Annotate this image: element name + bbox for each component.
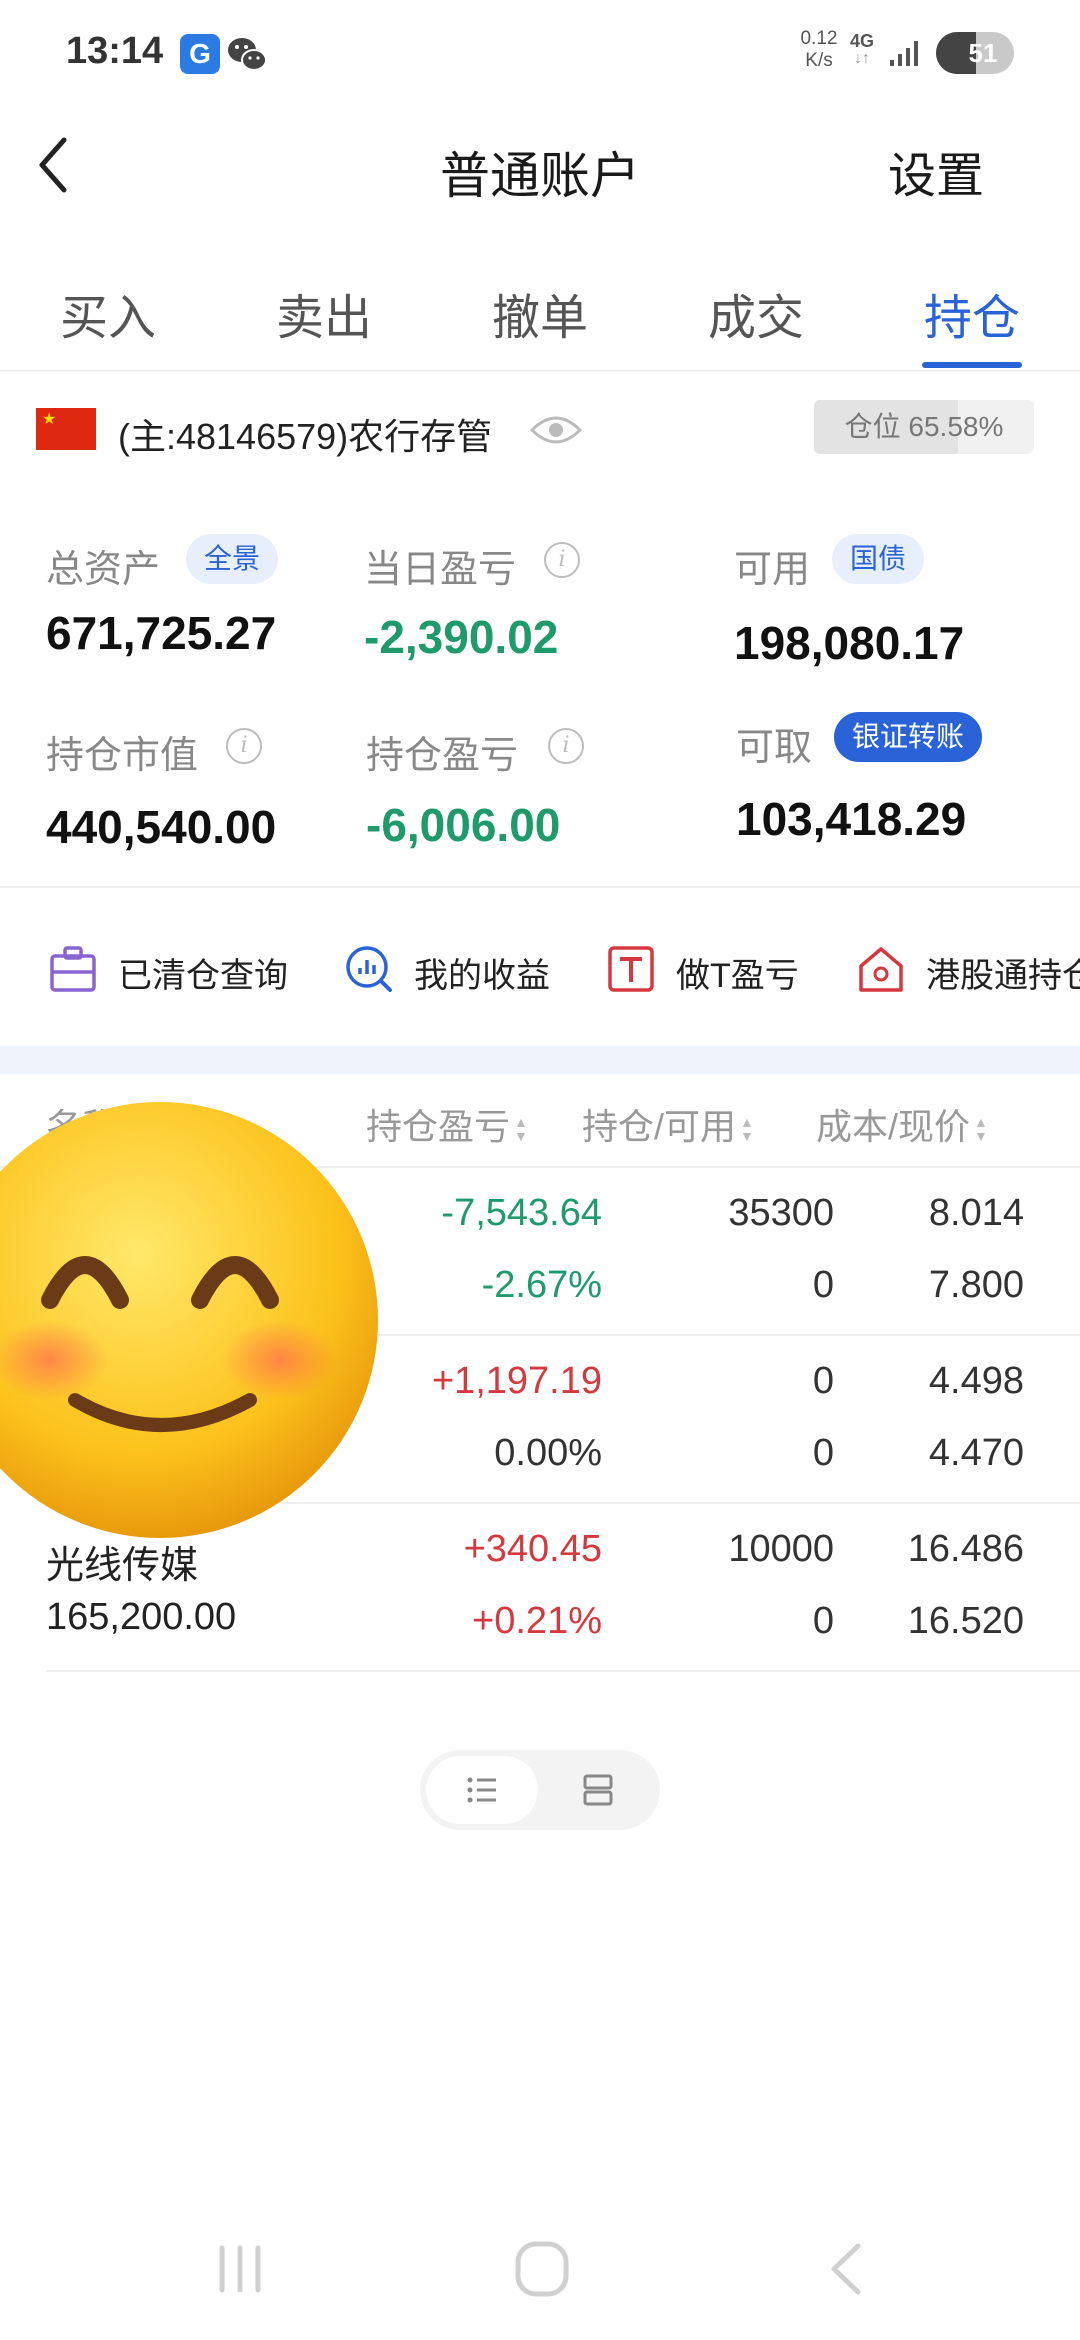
cost-price: 4.498 bbox=[928, 1360, 1024, 1402]
stock-market-value: 165,200.00 bbox=[46, 1596, 237, 1638]
available-quantity: 0 bbox=[812, 1432, 834, 1474]
view-mode-toggle bbox=[420, 1750, 660, 1830]
daily-pnl-info-icon[interactable]: i bbox=[544, 542, 580, 578]
flag-star-icon: ★ bbox=[42, 411, 57, 428]
smiling-emoji-sticker bbox=[0, 1102, 378, 1538]
briefcase-icon bbox=[50, 946, 96, 992]
tab-buy[interactable]: 买入 bbox=[38, 278, 178, 348]
stock-name: 光线传媒 bbox=[46, 1545, 199, 1587]
account-row: ★ (主:48146579)农行存管 仓位 65.58% bbox=[0, 390, 1080, 470]
available-quantity: 0 bbox=[812, 1264, 834, 1306]
current-price: 16.520 bbox=[907, 1600, 1024, 1642]
position-pnl-amount: +1,197.19 bbox=[431, 1360, 602, 1402]
status-bar: 13:14 G 0.12 K/s 4G ↓↑ 51 bbox=[0, 0, 1080, 100]
position-ratio-label: 仓位 65.58% bbox=[844, 411, 1004, 442]
available-label: 可用 bbox=[734, 549, 811, 591]
daily-pnl-value: -2,390.02 bbox=[364, 611, 559, 663]
position-pnl-amount: +340.45 bbox=[463, 1528, 602, 1570]
bank-transfer-button[interactable]: 银证转账 bbox=[834, 712, 983, 762]
daily-pnl-label: 当日盈亏 bbox=[364, 549, 517, 591]
column-cost-price[interactable]: 成本/现价 ▲ ▼ bbox=[816, 1098, 988, 1150]
card-view-button[interactable] bbox=[542, 1756, 654, 1824]
position-pnl-percent: +0.21% bbox=[472, 1600, 602, 1642]
account-name[interactable]: (主:48146579)农行存管 bbox=[118, 408, 492, 460]
total-assets-value: 671,725.27 bbox=[46, 607, 277, 659]
section-divider bbox=[0, 886, 1080, 888]
battery-level: 51 bbox=[968, 38, 998, 68]
signal-icon bbox=[890, 41, 918, 66]
position-pnl-amount: -7,543.64 bbox=[441, 1192, 602, 1234]
available-value: 198,080.17 bbox=[734, 617, 965, 669]
current-price: 4.470 bbox=[928, 1432, 1024, 1474]
system-navigation-bar bbox=[0, 2220, 1080, 2320]
holding-quantity: 0 bbox=[812, 1360, 834, 1402]
tool-label: 做T盈亏 bbox=[676, 957, 799, 995]
position-pnl-percent: 0.00% bbox=[494, 1432, 602, 1474]
withdrawable-value: 103,418.29 bbox=[736, 793, 967, 845]
holding-quantity: 35300 bbox=[728, 1192, 834, 1234]
trade-tabs: 买入 卖出 撤单 成交 持仓 bbox=[0, 262, 1080, 372]
tool-label: 港股通持仓 bbox=[926, 957, 1080, 995]
market-value-value: 440,540.00 bbox=[46, 801, 277, 853]
position-pnl-percent: -2.67% bbox=[481, 1264, 602, 1306]
card-view-icon bbox=[583, 1774, 613, 1806]
network-type-label: 4G bbox=[850, 31, 875, 51]
current-price: 7.800 bbox=[928, 1264, 1024, 1306]
eye-icon[interactable] bbox=[528, 410, 584, 450]
tool-label: 已清仓查询 bbox=[118, 957, 288, 995]
status-time: 13:14 bbox=[66, 30, 164, 72]
tab-deals[interactable]: 成交 bbox=[686, 278, 826, 348]
position-pnl-label: 持仓盈亏 bbox=[366, 735, 519, 777]
list-icon bbox=[467, 1777, 496, 1803]
column-pnl[interactable]: 持仓盈亏 ▲ ▼ bbox=[366, 1098, 528, 1150]
network-speed-unit: K/s bbox=[805, 50, 833, 71]
battery-indicator: 51 bbox=[936, 32, 1014, 74]
position-pnl-info-icon[interactable]: i bbox=[548, 728, 584, 764]
column-holdings-label: 持仓/可用 bbox=[582, 1106, 737, 1147]
network-speed: 0.12 K/s bbox=[796, 28, 842, 72]
settings-button[interactable]: 设置 bbox=[888, 136, 984, 206]
column-holdings[interactable]: 持仓/可用 ▲ ▼ bbox=[582, 1098, 754, 1150]
back-nav-icon[interactable] bbox=[806, 2234, 886, 2304]
section-separator bbox=[0, 1046, 1080, 1074]
treasury-bond-button[interactable]: 国债 bbox=[832, 534, 925, 584]
cost-price: 8.014 bbox=[928, 1192, 1024, 1234]
china-flag-icon: ★ bbox=[36, 408, 96, 450]
available-quantity: 0 bbox=[812, 1600, 834, 1642]
tab-sell[interactable]: 卖出 bbox=[254, 278, 394, 348]
sort-icon: ▲▼ bbox=[974, 1114, 988, 1145]
hk-home-icon bbox=[859, 947, 903, 992]
column-pnl-label: 持仓盈亏 bbox=[366, 1106, 511, 1147]
total-assets-label: 总资产 bbox=[46, 549, 161, 591]
sort-icon: ▲▼ bbox=[740, 1114, 754, 1145]
t-box-icon bbox=[608, 946, 654, 992]
wechat-icon bbox=[228, 38, 267, 71]
market-value-label: 持仓市值 bbox=[46, 735, 199, 777]
home-icon[interactable] bbox=[502, 2234, 582, 2304]
tab-positions[interactable]: 持仓 bbox=[902, 278, 1042, 348]
tools-row: 已清仓查询 我的收益 做T盈亏 港股通持仓 bbox=[0, 900, 1080, 1040]
cost-price: 16.486 bbox=[907, 1528, 1024, 1570]
network-speed-value: 0.12 bbox=[800, 28, 838, 49]
position-ratio-badge: 仓位 65.58% bbox=[814, 400, 1034, 454]
tool-label: 我的收益 bbox=[414, 957, 550, 995]
list-view-button[interactable] bbox=[426, 1756, 538, 1824]
chart-search-icon bbox=[346, 946, 392, 992]
column-cost-price-label: 成本/现价 bbox=[816, 1106, 971, 1147]
withdrawable-label: 可取 bbox=[736, 727, 813, 769]
recent-apps-icon[interactable] bbox=[200, 2234, 280, 2304]
active-tab-indicator bbox=[922, 362, 1022, 368]
position-pnl-value: -6,006.00 bbox=[366, 799, 561, 851]
header: 普通账户 设置 bbox=[0, 100, 1080, 232]
network-type: 4G ↓↑ bbox=[850, 32, 874, 68]
market-value-info-icon[interactable]: i bbox=[226, 728, 262, 764]
data-arrows-icon: ↓↑ bbox=[854, 50, 870, 67]
tab-cancel[interactable]: 撤单 bbox=[470, 278, 610, 348]
sort-icon: ▲▼ bbox=[514, 1114, 528, 1145]
panorama-button[interactable]: 全景 bbox=[186, 534, 279, 584]
holding-quantity: 10000 bbox=[728, 1528, 834, 1570]
app-notification-icon: G bbox=[180, 34, 220, 74]
